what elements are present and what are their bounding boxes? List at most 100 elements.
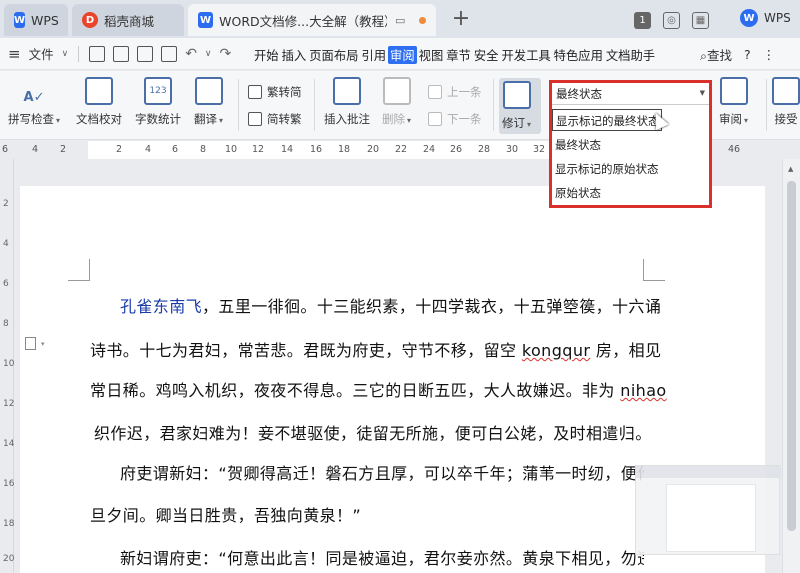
search-button[interactable]: ⌕查找 bbox=[700, 45, 732, 64]
chevron-down-icon[interactable]: ∨ bbox=[205, 49, 212, 59]
layout-icon[interactable]: ▦ bbox=[692, 11, 709, 29]
export-icon[interactable] bbox=[113, 45, 130, 62]
more-icon[interactable]: ⋮ bbox=[763, 47, 776, 62]
save-icon[interactable] bbox=[89, 45, 106, 62]
user-account[interactable]: W WPS bbox=[740, 9, 791, 27]
display-mode-dropdown[interactable]: 最终状态 ▼ 显示标记的最终状态 最终状态 显示标记的原始状态 原始状态 bbox=[549, 80, 712, 208]
text-line[interactable]: 府吏谓新妇：“贺卿得高迁！磐石方且厚，可以卒千年；蒲苇一时纫，便作 bbox=[120, 460, 644, 484]
preview-page bbox=[666, 484, 756, 552]
paragraph-layout-icon[interactable] bbox=[25, 337, 36, 350]
ruler-tick: 30 bbox=[506, 144, 519, 155]
print-preview-icon[interactable] bbox=[161, 45, 178, 62]
menu-review[interactable]: 审阅 bbox=[388, 46, 417, 64]
text-line[interactable]: 新妇谓府吏：“何意出此言！同是被逼迫，君尔妾亦然。黄泉下相见，勿违 bbox=[120, 545, 644, 569]
menu-references[interactable]: 引用 bbox=[360, 46, 387, 64]
vertical-scrollbar[interactable]: ▲ bbox=[782, 159, 800, 573]
display-mode-secondary[interactable]: 显示标记的最终状态 bbox=[552, 109, 662, 131]
proofread-icon bbox=[85, 77, 113, 105]
tab-wps-home[interactable]: W WPS bbox=[4, 4, 68, 36]
text-line[interactable]: 诗书。十七为君妇，常苦悲。君既为府吏，守节不移，留空 kongqur 房，相见 bbox=[90, 337, 661, 361]
proofread-button[interactable]: 文档校对 bbox=[76, 77, 122, 127]
insert-comment-label: 插入批注 bbox=[324, 112, 370, 126]
divider bbox=[314, 79, 315, 131]
wordcount-button[interactable]: 123 字数统计 bbox=[135, 77, 181, 127]
menu-features[interactable]: 特色应用 bbox=[553, 46, 604, 64]
accept-button[interactable]: 接受 bbox=[772, 77, 800, 127]
chevron-down-icon[interactable]: ▾ bbox=[56, 116, 60, 125]
new-tab-button[interactable]: + bbox=[448, 6, 474, 32]
screen-icon[interactable]: ▭ bbox=[395, 14, 405, 27]
display-mode-value: 最终状态 bbox=[556, 87, 602, 101]
wordcount-label: 字数统计 bbox=[135, 112, 181, 126]
page-count-badge[interactable]: 1 bbox=[634, 11, 651, 29]
prev-comment-button[interactable]: 上一条 bbox=[428, 84, 482, 100]
vertical-ruler[interactable]: 2 4 6 8 10 12 14 16 18 20 bbox=[0, 159, 14, 573]
option-original-marked[interactable]: 显示标记的原始状态 bbox=[552, 157, 709, 181]
option-original[interactable]: 原始状态 bbox=[552, 181, 709, 205]
menu-start[interactable]: 开始 bbox=[253, 46, 280, 64]
to-simplified-button[interactable]: 简转繁 bbox=[248, 111, 302, 127]
menu-page-layout[interactable]: 页面布局 bbox=[308, 46, 359, 64]
tab-label: 稻壳商城 bbox=[104, 13, 155, 29]
translate-button[interactable]: 翻译 ▾ bbox=[194, 77, 223, 127]
menu-security[interactable]: 安全 bbox=[473, 46, 500, 64]
chevron-down-icon[interactable]: ∨ bbox=[62, 49, 69, 59]
prev-label: 上一条 bbox=[447, 85, 482, 99]
review-button[interactable]: 审阅 ▾ bbox=[719, 77, 748, 127]
text-line[interactable]: 孔雀东南飞，五里一徘徊。十三能织素，十四学裁衣，十五弹箜篌，十六诵 bbox=[120, 293, 661, 317]
chevron-down-icon[interactable]: ▾ bbox=[41, 340, 45, 348]
ruler-tick: 14 bbox=[3, 439, 15, 449]
ruler-tick: 16 bbox=[310, 144, 323, 155]
menu-insert[interactable]: 插入 bbox=[281, 46, 308, 64]
menu-view[interactable]: 视图 bbox=[418, 46, 445, 64]
chevron-down-icon[interactable]: ▾ bbox=[219, 116, 223, 125]
insert-comment-button[interactable]: 插入批注 bbox=[324, 77, 370, 127]
ruler-tick: 4 bbox=[3, 239, 9, 249]
display-mode-select[interactable]: 最终状态 ▼ bbox=[552, 83, 709, 105]
option-final[interactable]: 最终状态 bbox=[552, 133, 709, 157]
text-line[interactable]: 旦夕间。卿当日胜贵，吾独向黄泉！” bbox=[90, 502, 361, 526]
revise-button[interactable]: 修订 ▾ bbox=[502, 81, 531, 131]
spellcheck-button[interactable]: A✓ 拼写检查 ▾ bbox=[8, 77, 60, 127]
undo-icon[interactable]: ↶ bbox=[185, 46, 197, 62]
ruler-tick: 20 bbox=[367, 144, 380, 155]
print-icon[interactable] bbox=[137, 45, 154, 62]
prev-icon bbox=[428, 85, 442, 99]
scroll-up-icon[interactable]: ▲ bbox=[788, 165, 793, 173]
chevron-down-icon[interactable]: ▾ bbox=[527, 120, 531, 129]
text-line[interactable]: 常日稀。鸡鸣入机织，夜夜不得息。三它的日断五匹，大人故嫌迟。非为 nihao bbox=[90, 377, 667, 401]
text-span: 诗书。十七为君妇，常苦悲。君既为府吏，守节不移，留空 bbox=[90, 341, 522, 360]
tab-document[interactable]: W WORD文档修...大全解（教程） ▭ bbox=[188, 4, 436, 36]
next-label: 下一条 bbox=[447, 112, 482, 126]
ruler-tick: 12 bbox=[3, 399, 15, 409]
menu-developer[interactable]: 开发工具 bbox=[500, 46, 551, 64]
divider bbox=[766, 79, 767, 131]
ruler-tick: 10 bbox=[225, 144, 238, 155]
translate-label: 翻译 bbox=[194, 112, 217, 126]
chevron-down-icon[interactable]: ▼ bbox=[700, 89, 705, 97]
file-menu[interactable]: 文件 bbox=[29, 44, 54, 63]
next-comment-button[interactable]: 下一条 bbox=[428, 111, 482, 127]
menu-icon[interactable]: ≡ bbox=[8, 45, 21, 63]
ruler-tick: 18 bbox=[3, 519, 15, 529]
proofread-label: 文档校对 bbox=[76, 112, 122, 126]
chevron-down-icon[interactable]: ▾ bbox=[407, 116, 411, 125]
chevron-down-icon[interactable]: ▾ bbox=[744, 116, 748, 125]
search-label: 查找 bbox=[707, 48, 733, 63]
menu-section[interactable]: 章节 bbox=[445, 46, 472, 64]
skin-icon[interactable]: ◎ bbox=[663, 11, 680, 29]
help-button[interactable]: ? bbox=[744, 47, 751, 62]
delete-comment-button[interactable]: 删除 ▾ bbox=[382, 77, 411, 127]
ruler-toggle[interactable] bbox=[782, 141, 800, 159]
misspelled-word[interactable]: nihao bbox=[620, 381, 666, 400]
ruler-tick: 6 bbox=[3, 279, 9, 289]
daoke-logo-icon: D bbox=[82, 12, 98, 28]
scrollbar-thumb[interactable] bbox=[787, 181, 796, 531]
accept-icon bbox=[772, 77, 800, 105]
to-traditional-button[interactable]: 繁转简 bbox=[248, 84, 302, 100]
menu-doc-assistant[interactable]: 文档助手 bbox=[605, 46, 656, 64]
text-line[interactable]: 织作迟，君家妇难为！妾不堪驱使，徒留无所施，便可白公姥，及时相遣归。 bbox=[94, 420, 652, 444]
misspelled-word[interactable]: kongqur bbox=[522, 341, 590, 360]
tab-daoke-store[interactable]: D 稻壳商城 bbox=[72, 4, 184, 36]
redo-icon[interactable]: ↷ bbox=[220, 46, 232, 62]
